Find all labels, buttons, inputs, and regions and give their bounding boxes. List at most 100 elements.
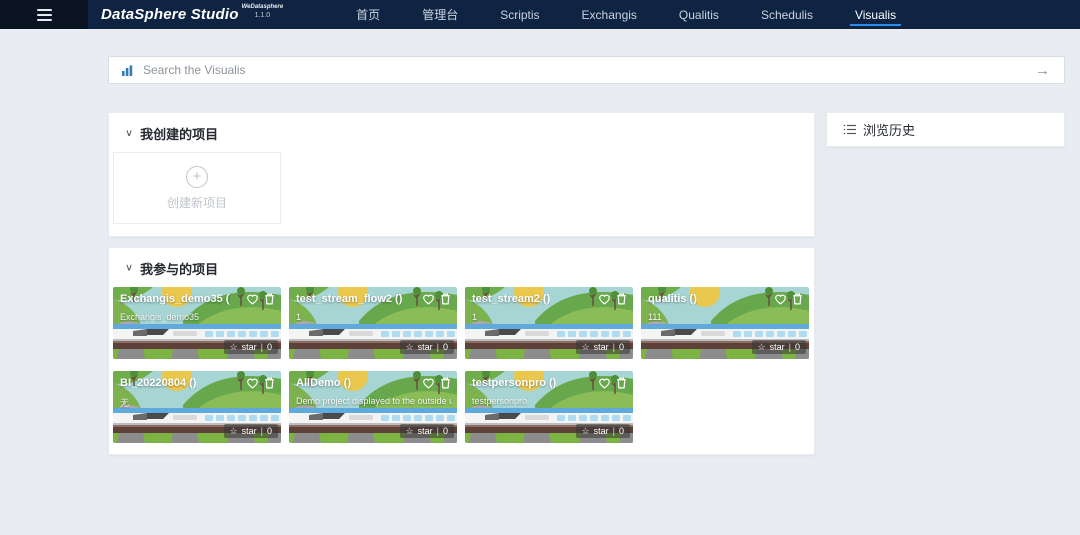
star-count: 0 [619, 426, 624, 436]
nav-item-label: Visualis [855, 8, 896, 22]
project-title: test_stream2 () [472, 293, 550, 305]
project-card[interactable]: AllDemo () Demo project displayed to the… [289, 371, 457, 443]
star-count: 0 [795, 342, 800, 352]
star-badge: ☆ star | 0 [752, 340, 806, 354]
nav-item-exchangis[interactable]: Exchangis [561, 0, 658, 29]
project-subtitle: 1 [296, 312, 301, 322]
history-title: 浏览历史 [863, 120, 915, 139]
favorite-heart-icon[interactable] [598, 377, 611, 389]
logo-title: DataSphere Studio [101, 0, 239, 29]
project-title: BI_20220804 () [120, 377, 196, 389]
project-card[interactable]: testpersonpro () testpersonpro ☆ star | … [465, 371, 633, 443]
project-subtitle: 111 [648, 312, 662, 322]
delete-trash-icon[interactable] [792, 293, 803, 305]
star-icon[interactable]: ☆ [406, 343, 414, 352]
project-card[interactable]: qualitis () 111 ☆ star | 0 [641, 287, 809, 359]
create-project-card[interactable]: + 创建新项目 [113, 152, 281, 224]
search-submit-arrow-icon[interactable]: → [1035, 63, 1050, 78]
star-separator: | [789, 342, 791, 352]
star-count: 0 [267, 342, 272, 352]
star-icon[interactable]: ☆ [758, 343, 766, 352]
project-title: Exchangis_demo35 () [120, 293, 230, 305]
project-subtitle: testpersonpro [472, 396, 527, 406]
created-projects-panel: ∨ 我创建的项目 + 创建新项目 [108, 112, 815, 237]
project-subtitle: 无 [120, 396, 129, 409]
star-separator: | [437, 342, 439, 352]
project-card[interactable]: test_stream_flow2 () 1 ☆ star | 0 [289, 287, 457, 359]
app-logo[interactable]: DataSphere Studio WeDatasphere 1.1.0 [101, 0, 283, 29]
nav-menu: 首页 管理台 Scriptis Exchangis Qualitis Sched… [335, 0, 917, 29]
star-icon[interactable]: ☆ [230, 427, 238, 436]
project-subtitle: 1 [472, 312, 477, 322]
created-projects-header: ∨ 我创建的项目 [109, 113, 814, 152]
star-icon[interactable]: ☆ [582, 343, 590, 352]
star-count: 0 [619, 342, 624, 352]
joined-projects-title: 我参与的项目 [140, 259, 218, 278]
delete-trash-icon[interactable] [616, 377, 627, 389]
star-badge: ☆ star | 0 [400, 424, 454, 438]
star-count: 0 [443, 342, 448, 352]
star-label: star [418, 426, 433, 436]
logo-version: 1.1.0 [255, 11, 271, 20]
nav-item-label: Exchangis [582, 8, 637, 22]
project-title: test_stream_flow2 () [296, 293, 402, 305]
star-count: 0 [443, 426, 448, 436]
star-label: star [594, 342, 609, 352]
delete-trash-icon[interactable] [616, 293, 627, 305]
project-title: AllDemo () [296, 377, 351, 389]
create-project-label: 创建新项目 [167, 194, 227, 211]
delete-trash-icon[interactable] [440, 377, 451, 389]
nav-item-管理台[interactable]: 管理台 [401, 0, 479, 29]
star-label: star [242, 342, 257, 352]
nav-item-scriptis[interactable]: Scriptis [479, 0, 560, 29]
favorite-heart-icon[interactable] [422, 377, 435, 389]
project-subtitle: Exchangis_demo35 [120, 312, 199, 322]
created-projects-title: 我创建的项目 [140, 124, 218, 143]
delete-trash-icon[interactable] [264, 377, 275, 389]
star-label: star [770, 342, 785, 352]
delete-trash-icon[interactable] [440, 293, 451, 305]
star-label: star [242, 426, 257, 436]
star-separator: | [261, 342, 263, 352]
delete-trash-icon[interactable] [264, 293, 275, 305]
logo-superscript: WeDatasphere [242, 4, 284, 11]
project-card[interactable]: test_stream2 () 1 ☆ star | 0 [465, 287, 633, 359]
project-title: testpersonpro () [472, 377, 556, 389]
nav-item-label: 首页 [356, 6, 380, 23]
star-badge: ☆ star | 0 [576, 424, 630, 438]
nav-item-qualitis[interactable]: Qualitis [658, 0, 740, 29]
favorite-heart-icon[interactable] [774, 293, 787, 305]
star-label: star [594, 426, 609, 436]
project-card[interactable]: BI_20220804 () 无 ☆ star | 0 [113, 371, 281, 443]
list-icon [843, 124, 856, 135]
hamburger-menu-icon[interactable] [0, 0, 88, 29]
star-count: 0 [267, 426, 272, 436]
joined-projects-panel: ∨ 我参与的项目 [108, 247, 815, 455]
star-badge: ☆ star | 0 [576, 340, 630, 354]
project-card[interactable]: Exchangis_demo35 () Exchangis_demo35 ☆ s… [113, 287, 281, 359]
favorite-heart-icon[interactable] [246, 293, 259, 305]
nav-item-label: Qualitis [679, 8, 719, 22]
top-navbar: DataSphere Studio WeDatasphere 1.1.0 首页 … [0, 0, 1080, 29]
star-icon[interactable]: ☆ [582, 427, 590, 436]
project-title: qualitis () [648, 293, 697, 305]
nav-item-visualis[interactable]: Visualis [834, 0, 917, 29]
search-input[interactable] [133, 63, 1035, 77]
project-subtitle: Demo project displayed to the outside us… [296, 396, 452, 406]
search-bar: → [108, 56, 1065, 84]
nav-item-首页[interactable]: 首页 [335, 0, 401, 29]
star-separator: | [261, 426, 263, 436]
star-icon[interactable]: ☆ [230, 343, 238, 352]
favorite-heart-icon[interactable] [598, 293, 611, 305]
nav-item-schedulis[interactable]: Schedulis [740, 0, 834, 29]
chevron-down-icon[interactable]: ∨ [125, 264, 133, 274]
favorite-heart-icon[interactable] [422, 293, 435, 305]
favorite-heart-icon[interactable] [246, 377, 259, 389]
star-badge: ☆ star | 0 [224, 340, 278, 354]
chevron-down-icon[interactable]: ∨ [125, 129, 133, 139]
nav-item-label: 管理台 [422, 6, 458, 23]
star-separator: | [437, 426, 439, 436]
history-panel: 浏览历史 [826, 112, 1065, 147]
star-badge: ☆ star | 0 [224, 424, 278, 438]
star-icon[interactable]: ☆ [406, 427, 414, 436]
